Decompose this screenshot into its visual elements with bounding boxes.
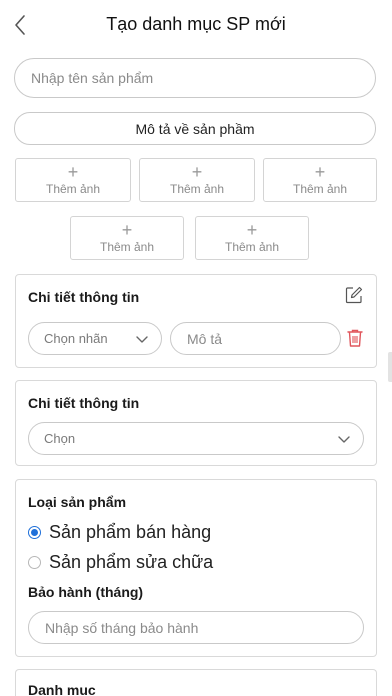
add-image-label: Thêm ảnh [169, 181, 225, 196]
chevron-down-icon [136, 335, 148, 343]
detail-select-value: Chọn [44, 431, 76, 446]
product-description-button[interactable]: Mô tả về sản phầm [14, 112, 376, 145]
add-image-label: Thêm ảnh [224, 239, 280, 254]
category-title: Danh mục [28, 682, 96, 696]
radio-selected-icon [28, 526, 41, 539]
page-title: Tạo danh mục SP mới [106, 14, 286, 34]
label-select[interactable]: Chọn nhãn [28, 322, 162, 355]
warranty-input[interactable]: Nhập số tháng bảo hành [28, 611, 364, 644]
header: Tạo danh mục SP mới [0, 0, 392, 50]
product-name-placeholder: Nhập tên sản phẩm [31, 70, 154, 86]
detail-info-title: Chi tiết thông tin [28, 289, 140, 305]
plus-icon: + [246, 219, 258, 240]
add-image-label: Thêm ảnh [45, 181, 101, 196]
detail-description-placeholder: Mô tả [187, 330, 223, 347]
product-type-title: Loại sản phẩm [28, 494, 127, 510]
warranty-title: Bảo hành (tháng) [28, 584, 144, 600]
detail-info-card-2: Chi tiết thông tin Chọn [15, 380, 377, 466]
plus-icon: + [67, 161, 79, 182]
detail-info-card: Chi tiết thông tin Chọn nhãn Mô tả [15, 274, 377, 368]
detail-select[interactable]: Chọn [28, 422, 364, 455]
detail-info-title-2: Chi tiết thông tin [28, 395, 140, 411]
add-image-slot-1[interactable]: + Thêm ảnh [15, 158, 131, 202]
radio-option-repair[interactable]: Sản phẩm sửa chữa [28, 552, 213, 573]
category-card: Danh mục [15, 669, 377, 696]
product-description-label: Mô tả về sản phầm [135, 120, 255, 137]
plus-icon: + [314, 161, 326, 182]
trash-icon[interactable] [346, 328, 364, 348]
add-image-slot-3[interactable]: + Thêm ảnh [263, 158, 377, 202]
add-image-slot-2[interactable]: + Thêm ảnh [139, 158, 255, 202]
label-select-value: Chọn nhãn [44, 331, 108, 346]
add-image-label: Thêm ảnh [99, 239, 155, 254]
detail-description-input[interactable]: Mô tả [170, 322, 341, 355]
add-image-slot-5[interactable]: + Thêm ảnh [195, 216, 309, 260]
radio-unselected-icon [28, 556, 41, 569]
plus-icon: + [121, 219, 133, 240]
radio-option-label: Sản phẩm sửa chữa [49, 552, 214, 572]
chevron-down-icon [338, 435, 350, 443]
add-image-label: Thêm ảnh [292, 181, 348, 196]
radio-option-label: Sản phẩm bán hàng [49, 522, 212, 542]
product-type-card: Loại sản phẩm Sản phẩm bán hàng Sản phẩm… [15, 479, 377, 657]
radio-option-sale[interactable]: Sản phẩm bán hàng [28, 522, 211, 543]
edit-icon[interactable] [344, 285, 364, 305]
scroll-indicator[interactable] [388, 352, 392, 382]
add-image-slot-4[interactable]: + Thêm ảnh [70, 216, 184, 260]
warranty-placeholder: Nhập số tháng bảo hành [45, 619, 199, 636]
product-name-input[interactable]: Nhập tên sản phẩm [14, 58, 376, 98]
plus-icon: + [191, 161, 203, 182]
